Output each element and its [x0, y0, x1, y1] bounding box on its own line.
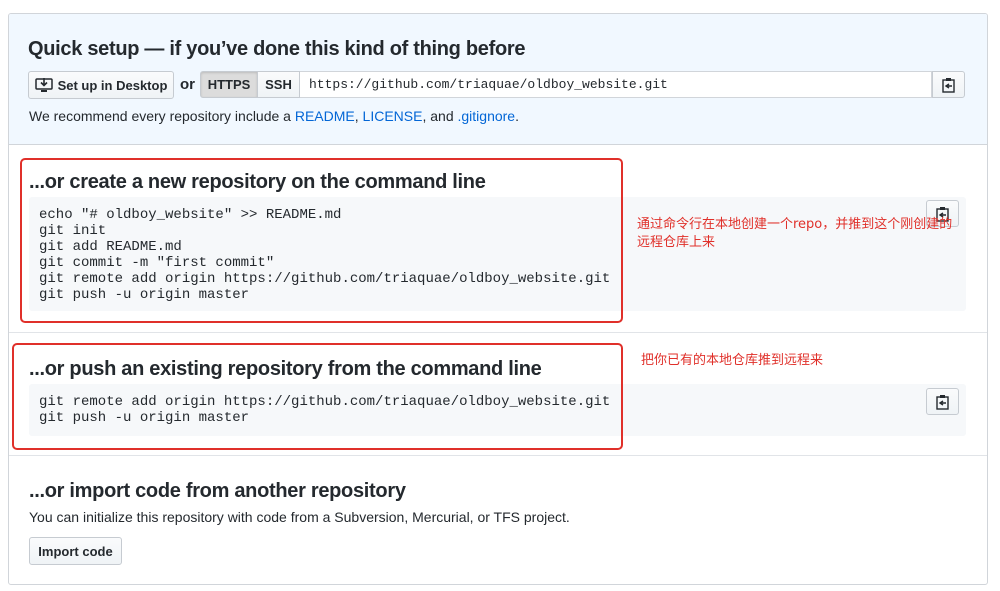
- license-link[interactable]: LICENSE: [363, 108, 423, 124]
- repo-setup-panel: Quick setup — if you’ve done this kind o…: [8, 13, 988, 585]
- push-commands: git remote add origin https://github.com…: [39, 394, 611, 426]
- create-commands: echo "# oldboy_website" >> README.md git…: [39, 207, 611, 303]
- clone-url-input[interactable]: [300, 71, 932, 98]
- https-toggle-button[interactable]: HTTPS: [200, 71, 258, 98]
- clipboard-icon: [935, 394, 950, 410]
- import-section-title: ...or import code from another repositor…: [29, 480, 406, 502]
- quick-setup-title: Quick setup — if you’ve done this kind o…: [28, 38, 526, 60]
- setup-in-desktop-button[interactable]: Set up in Desktop: [28, 71, 174, 99]
- create-code-block[interactable]: echo "# oldboy_website" >> README.md git…: [29, 197, 966, 311]
- push-section-title: ...or push an existing repository from t…: [29, 358, 542, 380]
- recommend-separator: , and: [422, 108, 458, 124]
- create-section-title: ...or create a new repository on the com…: [29, 171, 486, 193]
- import-description: You can initialize this repository with …: [29, 509, 570, 525]
- gitignore-link[interactable]: .gitignore: [458, 108, 516, 124]
- section-divider: [9, 332, 987, 333]
- recommend-prefix: We recommend every repository include a: [29, 108, 295, 124]
- setup-in-desktop-label: Set up in Desktop: [57, 77, 168, 93]
- copy-url-button[interactable]: [932, 71, 965, 98]
- quick-setup-box: Quick setup — if you’ve done this kind o…: [9, 14, 987, 145]
- import-code-button[interactable]: Import code: [29, 537, 122, 565]
- ssh-toggle-button[interactable]: SSH: [258, 71, 300, 98]
- annotation-push-note: 把你已有的本地仓库推到远程来: [641, 353, 824, 368]
- https-label: HTTPS: [207, 77, 251, 92]
- recommendation-text: We recommend every repository include a …: [29, 108, 519, 124]
- annotation-create-note: 通过命令行在本地创建一个repo，并推到这个刚创建的 远程仓库上来: [637, 217, 953, 250]
- clipboard-icon: [941, 77, 956, 93]
- or-label: or: [180, 76, 195, 93]
- recommend-suffix: .: [515, 108, 519, 124]
- section-divider: [9, 455, 987, 456]
- push-code-block[interactable]: git remote add origin https://github.com…: [29, 384, 966, 436]
- copy-push-commands-button[interactable]: [926, 388, 959, 415]
- desktop-download-icon: [34, 77, 53, 93]
- import-code-label: Import code: [38, 543, 113, 559]
- readme-link[interactable]: README: [295, 108, 355, 124]
- recommend-separator: ,: [354, 108, 363, 124]
- ssh-label: SSH: [265, 77, 292, 92]
